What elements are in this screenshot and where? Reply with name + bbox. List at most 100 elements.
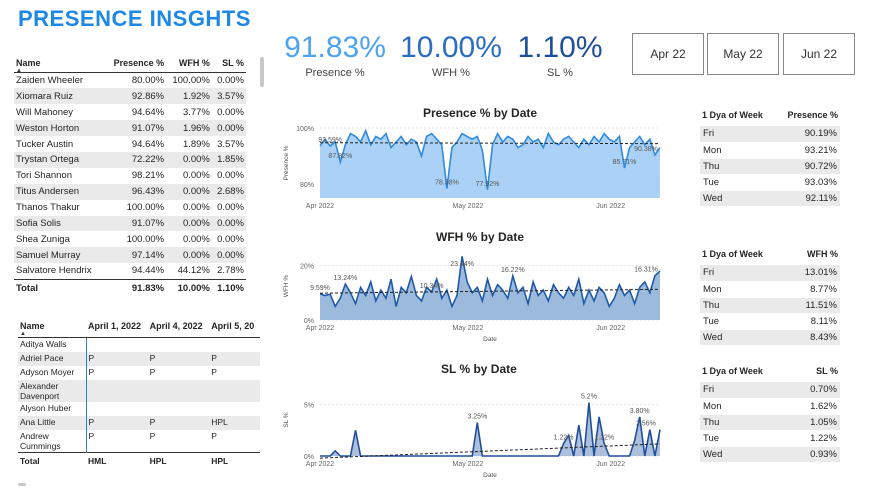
data-label: 85.71% <box>613 159 637 166</box>
kpi-wfh-value: 10.00% <box>400 31 502 64</box>
table-total-row: Total HML HPL HPL <box>18 451 260 470</box>
cell-weekday: Thu <box>700 158 777 175</box>
table-row[interactable]: Thu 1.05% <box>700 414 840 431</box>
table-row[interactable]: Fri 90.19% <box>700 126 840 143</box>
area-fill <box>320 402 660 456</box>
month-button-apr[interactable]: Apr 22 <box>632 33 704 75</box>
attendance-table-scrollbar[interactable] <box>18 483 26 486</box>
cell-weekday: Tue <box>700 174 777 191</box>
column-header-weekday[interactable]: 1 Dya of Week <box>700 247 788 265</box>
cell-attendance: P <box>88 366 95 377</box>
table-row[interactable]: Tori Shannon 98.21% 0.00% 0.00% <box>14 168 246 184</box>
table-row[interactable]: Tucker Austin 94.64% 1.89% 3.57% <box>14 136 246 152</box>
cell-wfh: 0.00% <box>166 247 212 264</box>
column-header-metric[interactable]: Presence % <box>776 108 840 126</box>
table-row[interactable]: Thu 11.51% <box>700 297 840 314</box>
x-tick-label: Jun 2022 <box>596 461 625 468</box>
table-row[interactable]: Titus Andersen 96.43% 0.00% 2.68% <box>14 183 246 200</box>
table-row[interactable]: Tue 1.22% <box>700 430 840 447</box>
cell-attendance <box>209 379 260 402</box>
column-header-date-3[interactable]: April 5, 20 <box>209 319 260 338</box>
table-row[interactable]: Trystan Ortega 72.22% 0.00% 1.85% <box>14 151 246 168</box>
column-header-weekday[interactable]: 1 Dya of Week <box>700 108 776 126</box>
table-row[interactable]: Shea Zuniga 100.00% 0.00% 0.00% <box>14 231 246 247</box>
cell-wfh: 0.00% <box>166 151 212 168</box>
table-row[interactable]: Aditya Walls <box>18 337 260 352</box>
data-label: 2.56% <box>636 421 656 428</box>
cell-value: 0.93% <box>792 446 840 463</box>
total-cell: Total <box>18 451 86 470</box>
y-tick-label: 20% <box>300 264 314 271</box>
employee-table-scrollbar[interactable] <box>260 57 264 87</box>
table-row[interactable]: Adyson Moyer P P P <box>18 365 260 380</box>
table-row[interactable]: Mon 93.21% <box>700 142 840 159</box>
table-row[interactable]: Xiomara Ruiz 92.86% 1.92% 3.57% <box>14 88 246 105</box>
month-button-may[interactable]: May 22 <box>707 33 779 75</box>
month-button-jun[interactable]: Jun 22 <box>783 33 855 75</box>
table-row[interactable]: Samuel Murray 97.14% 0.00% 0.00% <box>14 247 246 264</box>
table-row[interactable]: Ana Little P P HPL <box>18 415 260 430</box>
table-row[interactable]: Salvatore Hendrix 94.44% 44.12% 2.78% <box>14 263 246 279</box>
table-row[interactable]: Fri 13.01% <box>700 265 840 282</box>
wfh-by-date-chart: WFH % 0% 20% 9.59%13.24% 10.34% 23.44% 16.22% 1… <box>283 256 661 343</box>
cell-attendance <box>209 338 260 352</box>
cell-presence: 98.21% <box>131 170 165 182</box>
y-tick-label: 80% <box>300 182 314 189</box>
data-label: 10.34% <box>420 283 444 290</box>
x-tick-label: Jun 2022 <box>596 325 625 332</box>
cell-name: Samuel Murray <box>14 247 106 264</box>
column-header-metric[interactable]: SL % <box>793 364 840 382</box>
table-row[interactable]: Andrew Cummings P P P <box>18 429 260 452</box>
table-row[interactable]: Wed 0.93% <box>700 446 840 463</box>
column-header-metric[interactable]: WFH % <box>788 247 840 265</box>
column-header-weekday[interactable]: 1 Dya of Week <box>700 364 793 382</box>
table-row[interactable]: Adriel Pace P P P <box>18 351 260 366</box>
cell-sl: 0.00% <box>217 233 244 245</box>
cell-wfh: 0.00% <box>166 183 212 200</box>
cell-sl: 1.85% <box>211 151 246 168</box>
cell-name: Adyson Moyer <box>18 365 87 380</box>
kpi-presence-value: 91.83% <box>284 31 386 64</box>
table-row[interactable]: Tue 8.11% <box>700 313 840 330</box>
column-header-sl[interactable]: SL % <box>211 56 246 73</box>
column-header-name[interactable]: Name <box>14 56 106 73</box>
cell-value: 93.21% <box>776 142 840 159</box>
sort-ascending-icon[interactable]: ▲ <box>16 68 22 74</box>
table-row[interactable]: Weston Horton 91.07% 1.96% 0.00% <box>14 120 246 137</box>
sort-ascending-icon[interactable]: ▲ <box>20 331 26 337</box>
cell-weekday: Mon <box>700 398 793 415</box>
cell-value: 8.43% <box>788 329 840 346</box>
column-header-date-1[interactable]: April 1, 2022 <box>86 319 148 338</box>
cell-presence: 80.00% <box>131 75 165 87</box>
table-row[interactable]: Fri 0.70% <box>700 382 840 399</box>
table-row[interactable]: Alyson Huber <box>18 401 260 416</box>
column-header-date-2[interactable]: April 4, 2022 <box>147 319 210 338</box>
column-header-wfh[interactable]: WFH % <box>166 56 212 73</box>
data-label: 93.59% <box>318 137 342 144</box>
cell-value: 11.51% <box>788 297 840 314</box>
table-row[interactable]: Will Mahoney 94.64% 3.77% 0.00% <box>14 104 246 120</box>
cell-weekday: Wed <box>700 329 789 346</box>
cell-weekday: Thu <box>700 414 793 431</box>
table-row[interactable]: Tue 93.03% <box>700 174 840 191</box>
cell-name: Trystan Ortega <box>14 151 106 168</box>
cell-attendance: HPL <box>209 415 260 430</box>
table-row[interactable]: Sofia Solis 91.07% 0.00% 0.00% <box>14 215 246 232</box>
cell-sl: 2.78% <box>217 265 244 277</box>
table-row[interactable]: Thanos Thakur 100.00% 0.00% 0.00% <box>14 200 246 216</box>
employee-table-header: Name Presence % WFH % SL % <box>14 56 246 73</box>
table-row[interactable]: Zaiden Wheeler 80.00% 100.00% 0.00% <box>14 73 246 89</box>
column-header-presence[interactable]: Presence % <box>106 56 167 73</box>
weekday-table-header: 1 Dya of Week Presence % <box>700 108 840 126</box>
table-row[interactable]: Mon 1.62% <box>700 398 840 415</box>
column-header-name[interactable]: Name <box>18 319 86 338</box>
cell-presence: 94.44% <box>131 265 165 277</box>
cell-value: 90.72% <box>776 158 840 175</box>
table-row[interactable]: Mon 8.77% <box>700 281 840 298</box>
table-row[interactable]: Wed 92.11% <box>700 190 840 207</box>
table-row[interactable]: Thu 90.72% <box>700 158 840 175</box>
table-row[interactable]: Wed 8.43% <box>700 329 840 346</box>
cell-sl: 3.57% <box>211 88 246 105</box>
table-row[interactable]: Alexander Davenport <box>18 379 260 402</box>
cell-sl: 0.00% <box>211 215 246 232</box>
